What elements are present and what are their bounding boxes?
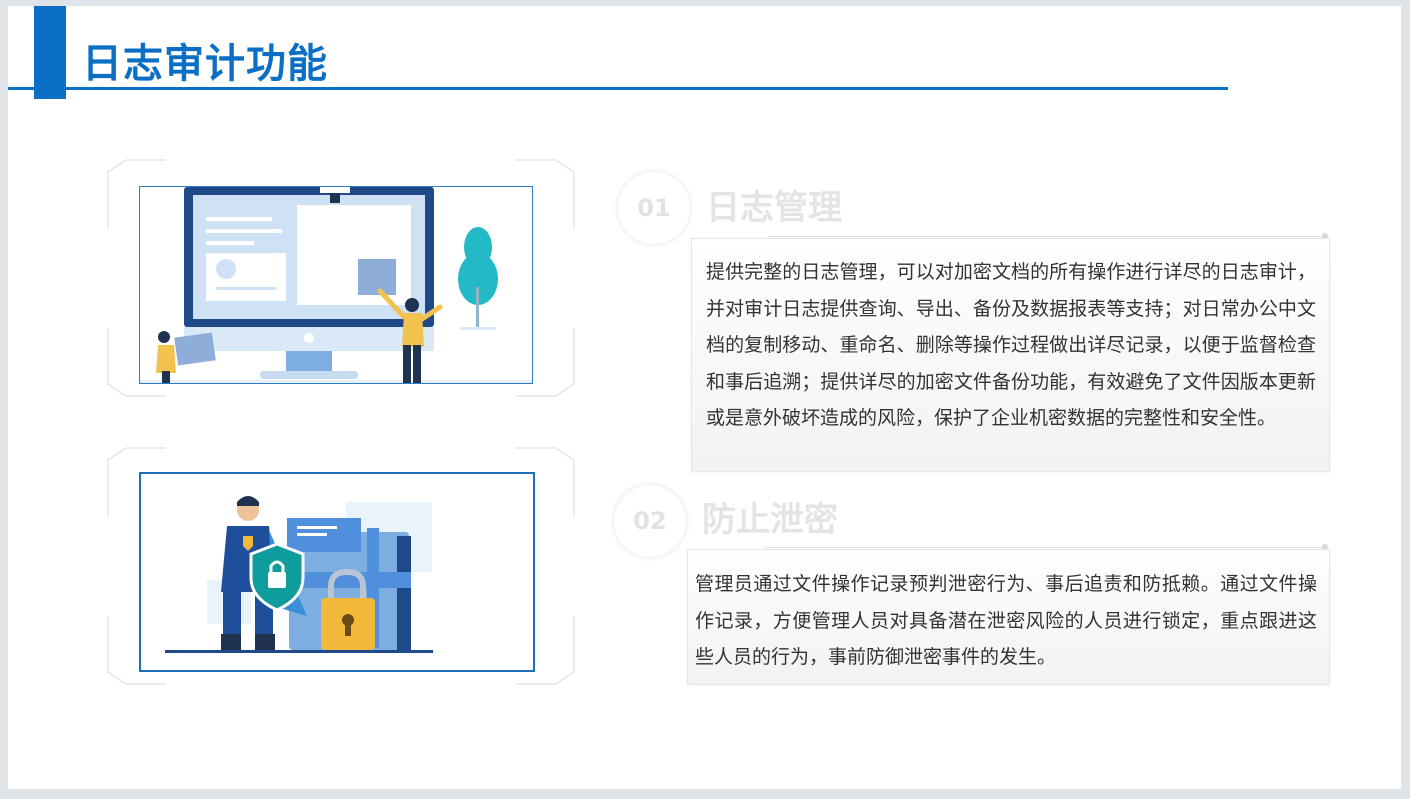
section-text-box-1: 提供完整的日志管理，可以对加密文档的所有操作进行详尽的日志审计，并对审计日志提供… [691, 238, 1330, 472]
divider [768, 236, 1324, 237]
section-title-log-management: 日志管理 [706, 188, 842, 228]
section-text-box-2: 管理员通过文件操作记录预判泄密行为、事后追责和防抵赖。通过文件操作记录，方便管理… [687, 549, 1330, 685]
security-guard-illustration [139, 472, 535, 672]
section-number-01: 01 [618, 172, 690, 244]
divider [764, 547, 1324, 548]
section-number-02: 02 [614, 485, 686, 557]
slide: 日志审计功能 01 日志管理 提供完整的日志管理，可以对加密文档的所有操作进行详… [8, 6, 1401, 789]
section-title-leak-prevention: 防止泄密 [702, 500, 838, 540]
section-body-log-management: 提供完整的日志管理，可以对加密文档的所有操作进行详尽的日志审计，并对审计日志提供… [706, 261, 1316, 429]
computer-monitor-illustration [139, 186, 533, 384]
section-body-leak-prevention: 管理员通过文件操作记录预判泄密行为、事后追责和防抵赖。通过文件操作记录，方便管理… [695, 573, 1317, 668]
page-title: 日志审计功能 [82, 41, 328, 87]
title-accent-bar [34, 6, 66, 99]
